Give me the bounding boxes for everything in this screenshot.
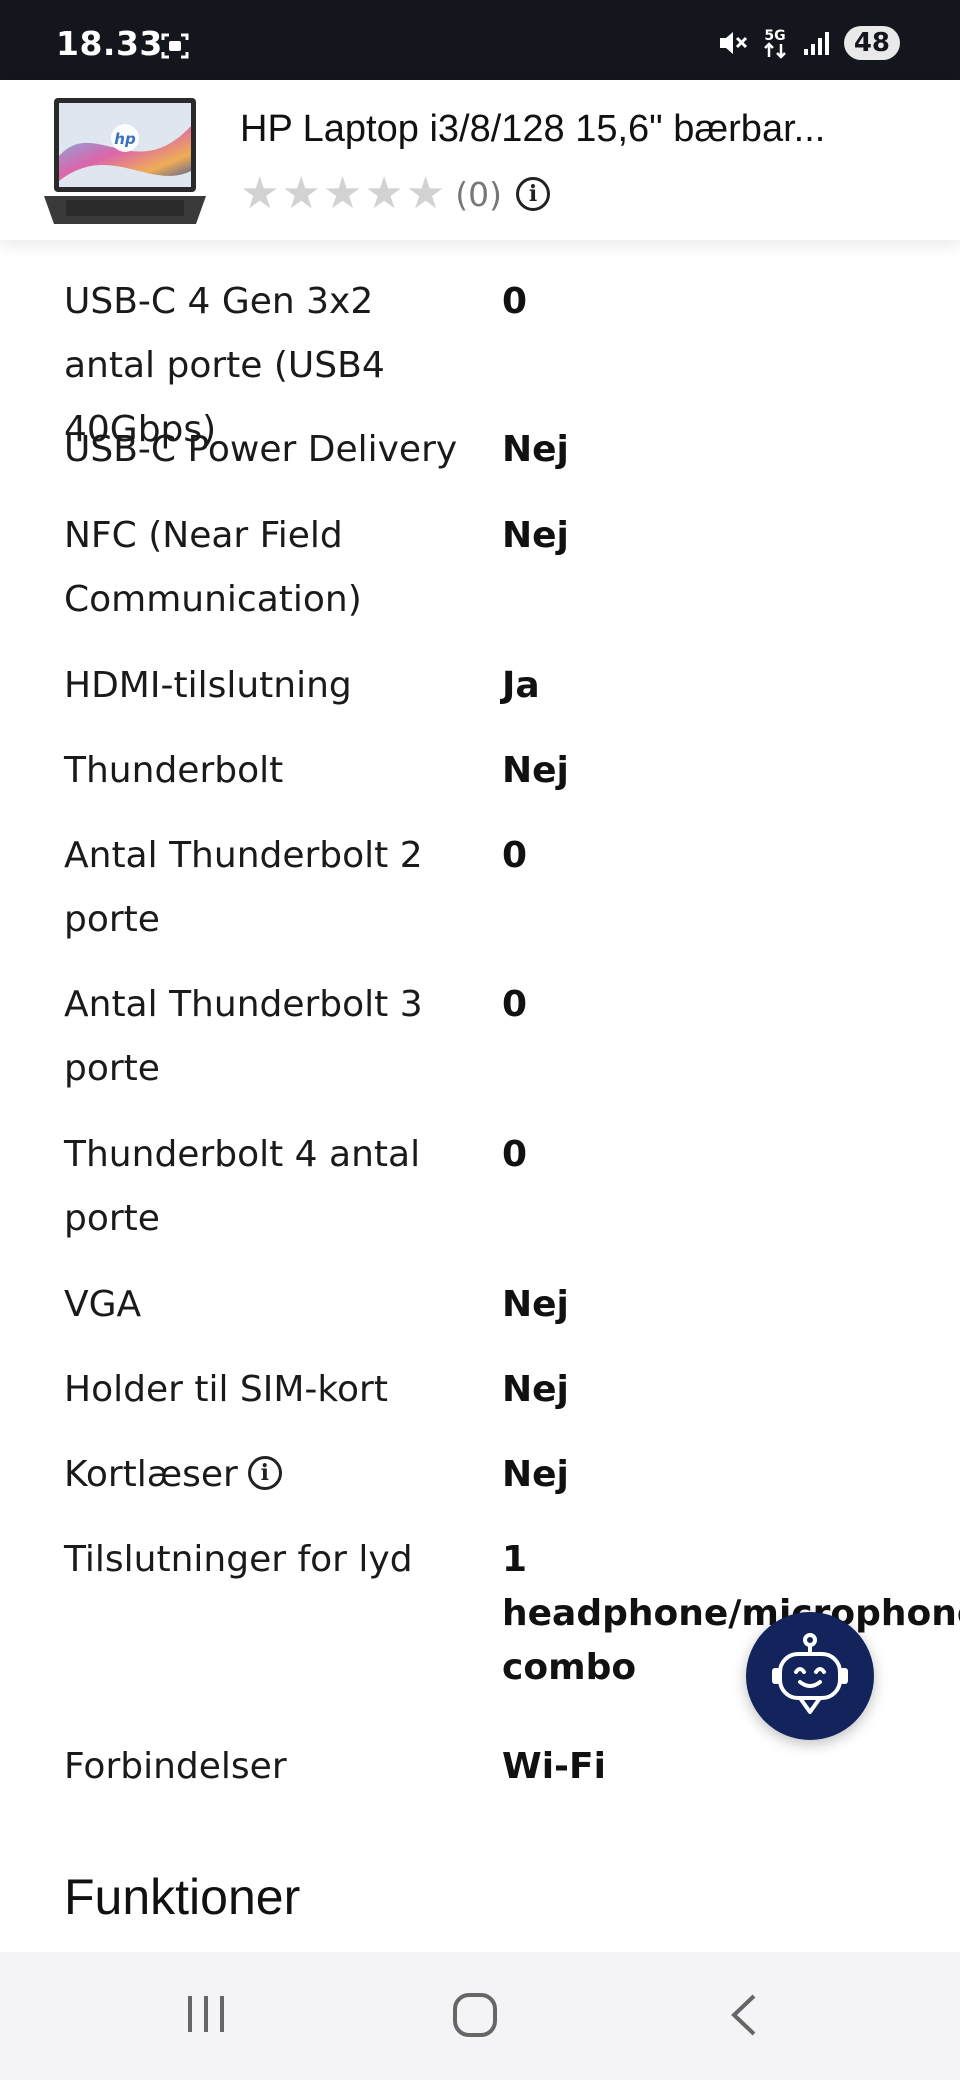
- spec-label: Antal Thunderbolt 3 porte: [64, 984, 423, 1089]
- recent-apps-icon[interactable]: [184, 1992, 228, 2036]
- back-icon[interactable]: [726, 1992, 760, 2038]
- product-thumbnail[interactable]: hp: [40, 96, 210, 226]
- chat-assistant-button[interactable]: [746, 1612, 874, 1740]
- spec-value: Nej: [502, 515, 569, 556]
- star-icon: ★: [405, 168, 446, 219]
- card-reader-info-icon[interactable]: i: [247, 1456, 282, 1490]
- spec-label: USB-C Power Delivery: [64, 429, 458, 470]
- spec-value: 0: [502, 984, 528, 1025]
- spec-label: Thunderbolt 4 antal porte: [64, 1134, 421, 1239]
- status-bar: 18.33 5G 48: [0, 0, 960, 80]
- product-header[interactable]: hp HP Laptop i3/8/128 15,6" bærbar... ★ …: [0, 80, 960, 240]
- system-nav-bar: [0, 1952, 960, 2080]
- rating-info-icon[interactable]: i: [516, 177, 551, 211]
- rating-row[interactable]: ★ ★ ★ ★ ★ (0) i: [240, 168, 551, 219]
- rating-count: (0): [455, 174, 503, 214]
- star-icon: ★: [364, 168, 404, 219]
- spec-value: Nej: [502, 1369, 569, 1410]
- svg-text:hp: hp: [114, 130, 136, 148]
- spec-label: NFC (Near Field Communication): [64, 515, 362, 620]
- spec-value: Nej: [502, 750, 569, 791]
- spec-label: Kortlæser i: [64, 1443, 464, 1507]
- robot-icon: [772, 1633, 848, 1714]
- spec-label: Thunderbolt: [64, 750, 284, 791]
- status-icons: 5G 48: [718, 26, 900, 60]
- spec-value: Ja: [502, 665, 540, 706]
- 5g-icon: 5G: [763, 28, 786, 59]
- screenshot-icon: [161, 33, 189, 59]
- spec-value: Nej: [502, 1284, 569, 1325]
- 5g-label: 5G: [764, 28, 785, 44]
- status-time: 18.33: [56, 24, 163, 63]
- home-icon[interactable]: [452, 1992, 498, 2038]
- signal-icon: [803, 32, 829, 55]
- star-icon: ★: [322, 168, 363, 219]
- spec-label: Holder til SIM-kort: [64, 1369, 388, 1410]
- spec-label: VGA: [64, 1284, 142, 1325]
- star-icon: ★: [240, 168, 280, 219]
- spec-label: HDMI-tilslutning: [64, 665, 352, 706]
- product-title[interactable]: HP Laptop i3/8/128 15,6" bærbar...: [240, 108, 825, 151]
- spec-value: 0: [502, 1134, 528, 1175]
- mute-icon: [719, 32, 747, 54]
- section-heading: Funktioner: [64, 1869, 301, 1925]
- spec-value: Nej: [502, 1454, 569, 1495]
- battery-icon: 48: [843, 26, 900, 60]
- spec-value: 0: [502, 281, 528, 322]
- spec-label: Forbindelser: [64, 1746, 287, 1787]
- spec-value: Wi-Fi: [502, 1746, 606, 1787]
- star-icon: ★: [281, 168, 321, 219]
- spec-label: Tilslutninger for lyd: [64, 1539, 413, 1580]
- spec-value: Nej: [502, 429, 569, 470]
- spec-label-text: Kortlæser: [64, 1454, 238, 1495]
- spec-label: Antal Thunderbolt 2 porte: [64, 835, 423, 940]
- spec-value: 0: [502, 835, 528, 876]
